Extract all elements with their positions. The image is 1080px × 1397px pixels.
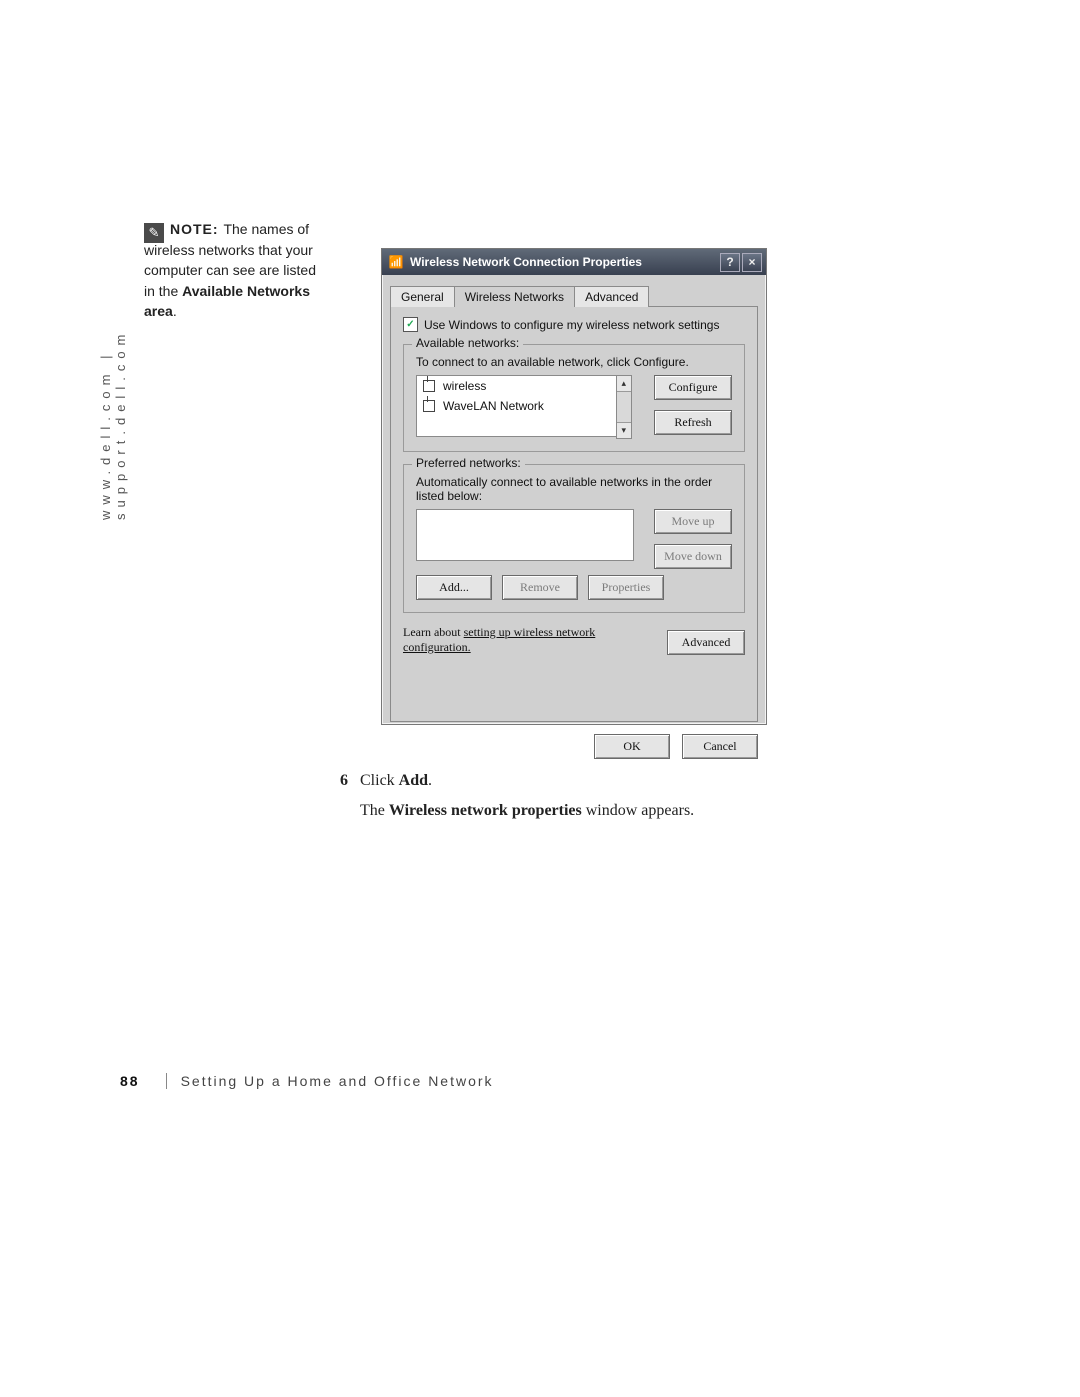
help-button[interactable]: ? [720, 253, 740, 272]
list-item-label: WaveLAN Network [443, 399, 544, 413]
tab-advanced[interactable]: Advanced [574, 286, 649, 307]
preferred-listbox[interactable] [416, 509, 634, 561]
tabs: General Wireless Networks Advanced [390, 283, 758, 306]
move-up-button: Move up [654, 509, 732, 534]
network-icon [423, 380, 435, 392]
step-6: 6 Click Add. [340, 772, 900, 790]
list-item[interactable]: WaveLAN Network [417, 396, 616, 416]
add-button[interactable]: Add... [416, 575, 492, 600]
list-item[interactable]: wireless [417, 376, 616, 396]
vertical-url-strip: www.dell.com | support.dell.com [98, 230, 118, 520]
learn-text: Learn about setting up wireless network … [403, 625, 595, 655]
scroll-up-icon[interactable]: ▴ [617, 376, 631, 392]
learn-link-2[interactable]: configuration. [403, 640, 471, 654]
remove-button: Remove [502, 575, 578, 600]
refresh-button[interactable]: Refresh [654, 410, 732, 435]
step-click: Click [360, 772, 395, 789]
tab-wireless-networks[interactable]: Wireless Networks [454, 286, 575, 307]
use-windows-checkbox-row[interactable]: ✓ Use Windows to configure my wireless n… [403, 317, 745, 332]
properties-button: Properties [588, 575, 664, 600]
step-period: . [428, 772, 432, 789]
scrollbar[interactable]: ▴ ▾ [616, 375, 632, 439]
pencil-icon: ✎ [144, 223, 164, 243]
move-down-button: Move down [654, 544, 732, 569]
step-6b: The Wireless network properties window a… [360, 802, 920, 820]
available-legend: Available networks: [412, 336, 523, 350]
step-number: 6 [340, 772, 348, 789]
network-icon [423, 400, 435, 412]
available-networks-group: Available networks: To connect to an ava… [403, 344, 745, 452]
page-footer: 88 Setting Up a Home and Office Network [120, 1073, 494, 1089]
step2-bold: Wireless network properties [389, 802, 582, 819]
step2-post: window appears. [586, 802, 694, 819]
footer-separator [166, 1073, 167, 1089]
ok-button[interactable]: OK [594, 734, 670, 759]
preferred-instruction: Automatically connect to available netwo… [416, 475, 732, 503]
preferred-legend: Preferred networks: [412, 456, 525, 470]
wireless-properties-dialog: 📶 Wireless Network Connection Properties… [381, 248, 767, 725]
preferred-networks-group: Preferred networks: Automatically connec… [403, 464, 745, 613]
list-item-label: wireless [443, 379, 486, 393]
checkbox-icon[interactable]: ✓ [403, 317, 418, 332]
note-block: ✎NOTE: The names of wireless networks th… [144, 219, 324, 321]
dialog-title: Wireless Network Connection Properties [410, 255, 718, 269]
use-windows-label: Use Windows to configure my wireless net… [424, 318, 719, 332]
learn-link-1[interactable]: setting up wireless network [464, 625, 596, 639]
antenna-icon: 📶 [388, 254, 404, 270]
advanced-button[interactable]: Advanced [667, 630, 745, 655]
titlebar[interactable]: 📶 Wireless Network Connection Properties… [382, 249, 766, 275]
page-number: 88 [120, 1073, 140, 1089]
tab-pane: ✓ Use Windows to configure my wireless n… [390, 306, 758, 722]
cancel-button[interactable]: Cancel [682, 734, 758, 759]
step-add: Add [399, 772, 428, 789]
available-instruction: To connect to an available network, clic… [416, 355, 732, 369]
note-title: NOTE: [170, 221, 223, 237]
tab-general[interactable]: General [390, 286, 455, 307]
scroll-down-icon[interactable]: ▾ [617, 422, 631, 438]
close-button[interactable]: × [742, 253, 762, 272]
learn-pre: Learn about [403, 625, 464, 639]
footer-chapter: Setting Up a Home and Office Network [181, 1073, 494, 1089]
step2-pre: The [360, 802, 385, 819]
note-text-2: . [173, 303, 177, 319]
configure-button[interactable]: Configure [654, 375, 732, 400]
available-listbox[interactable]: wireless WaveLAN Network [416, 375, 616, 437]
